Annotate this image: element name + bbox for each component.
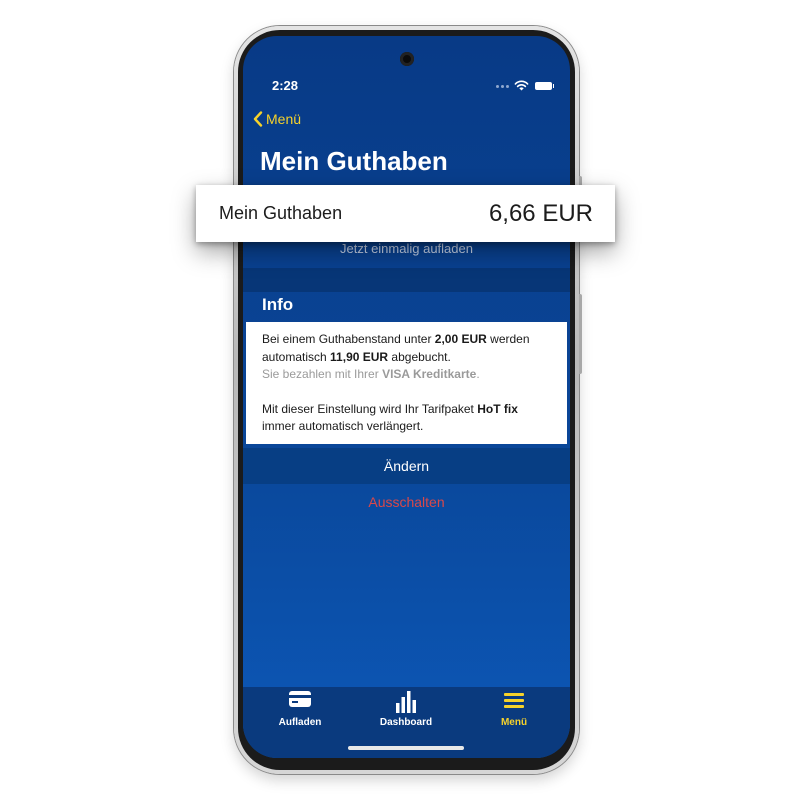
credit-card-icon bbox=[289, 691, 311, 707]
threshold-amount: 2,00 EUR bbox=[434, 332, 487, 346]
info-heading: Info bbox=[262, 295, 294, 314]
info-line-renewal: immer automatisch verlängert. bbox=[262, 419, 424, 433]
info-card: Bei einem Guthabenstand unter 2,00 EUR w… bbox=[246, 322, 567, 444]
front-camera bbox=[400, 52, 414, 66]
signal-dots-icon bbox=[496, 85, 511, 88]
home-indicator[interactable] bbox=[348, 746, 464, 750]
tariff-name: HoT fix bbox=[477, 401, 518, 416]
chevron-left-icon bbox=[253, 111, 263, 127]
tab-label: Menü bbox=[500, 717, 528, 728]
tab-aufladen[interactable]: Aufladen bbox=[250, 687, 350, 737]
back-label: Menü bbox=[266, 111, 302, 127]
tab-label: Aufladen bbox=[278, 717, 322, 728]
bar-chart-icon bbox=[396, 691, 416, 713]
wifi-icon bbox=[514, 80, 529, 91]
tab-menu[interactable]: Menü bbox=[464, 687, 564, 737]
topup-amount: 11,90 EUR bbox=[330, 349, 389, 364]
tab-label: Dashboard bbox=[379, 717, 433, 728]
power-button bbox=[579, 294, 582, 374]
balance-card: Mein Guthaben 6,66 EUR bbox=[196, 185, 615, 242]
back-button[interactable]: Menü bbox=[253, 111, 301, 127]
switch-off-button[interactable]: Ausschalten bbox=[243, 494, 570, 510]
info-line-amount: automatisch 11,90 EUR abgebucht. bbox=[262, 349, 451, 364]
section-divider bbox=[243, 268, 570, 292]
hamburger-menu-icon bbox=[504, 693, 524, 708]
topup-once-button[interactable]: Jetzt einmalig aufladen bbox=[243, 241, 570, 256]
balance-value: 6,66 EUR bbox=[488, 199, 593, 227]
app-screen: 2:28 Menü Mein Guthaben Jetzt einmalig a… bbox=[243, 36, 570, 758]
payment-method: VISA Kreditkarte bbox=[382, 367, 477, 381]
status-bar: 2:28 bbox=[243, 76, 570, 96]
payment-method-note: Sie bezahlen mit Ihrer VISA Kreditkarte. bbox=[262, 367, 480, 381]
tab-dashboard[interactable]: Dashboard bbox=[356, 687, 456, 737]
status-time: 2:28 bbox=[272, 78, 299, 93]
balance-label: Mein Guthaben bbox=[219, 203, 343, 223]
change-button[interactable]: Ändern bbox=[243, 448, 570, 484]
page-title: Mein Guthaben bbox=[260, 146, 448, 176]
battery-icon bbox=[535, 82, 554, 90]
info-line-tariff: Mit dieser Einstellung wird Ihr Tarifpak… bbox=[262, 401, 518, 416]
info-line-threshold: Bei einem Guthabenstand unter 2,00 EUR w… bbox=[262, 332, 530, 346]
